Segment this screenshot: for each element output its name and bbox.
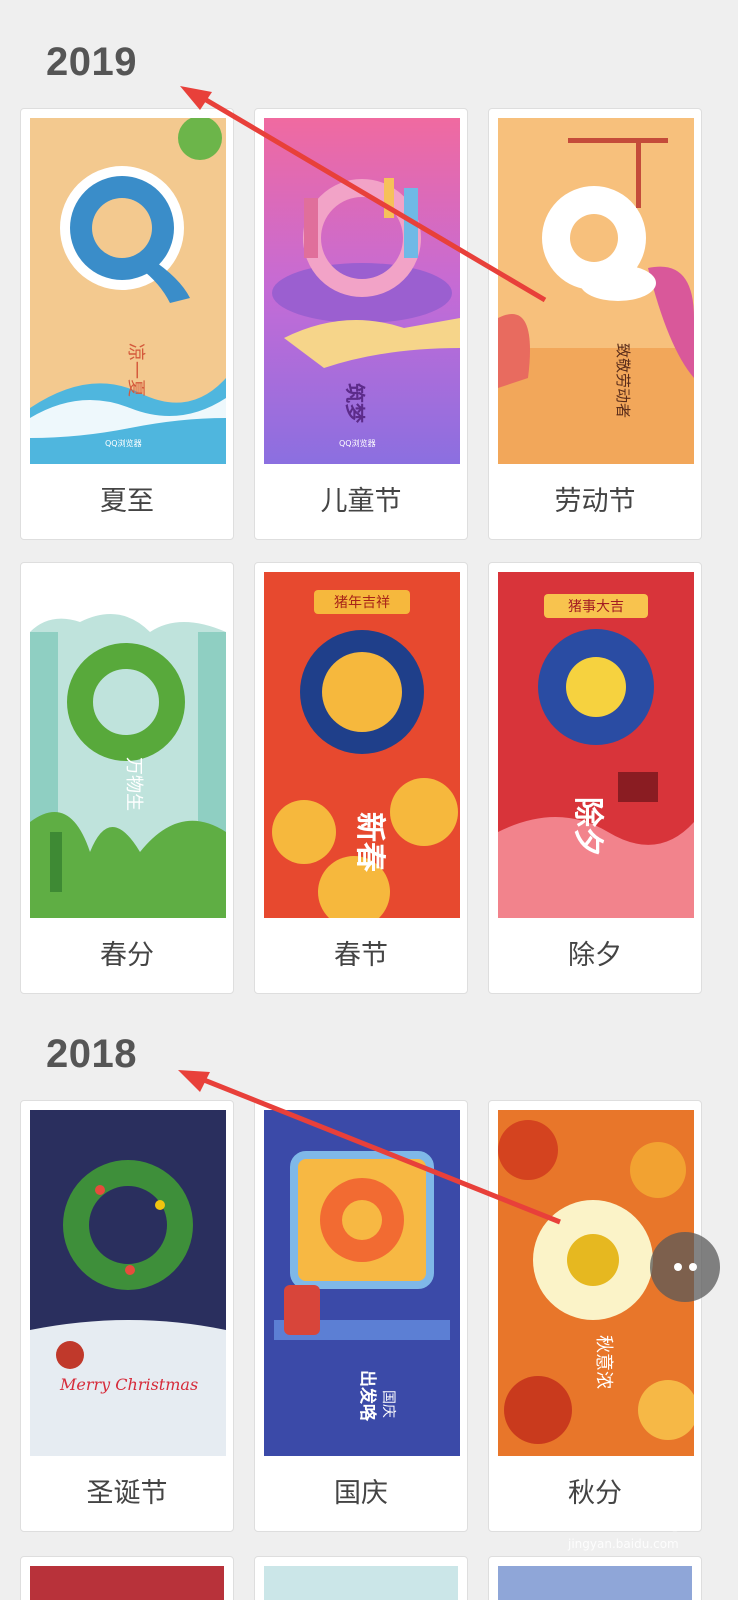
card-label: 儿童节 [320, 486, 402, 517]
theme-card-chunfen[interactable]: 万物生 春分 [20, 562, 234, 994]
wallpaper-gallery-page: 2019 凉一夏 QQ浏览器 夏至 筑梦 QQ浏览器 儿童节 致敬劳动者 劳动节… [0, 0, 738, 1600]
arrowhead-2018 [178, 1070, 210, 1092]
theme-card-partial[interactable] [20, 1556, 234, 1600]
theme-card-qiufen[interactable]: 秋意浓 秋分 [488, 1100, 702, 1532]
poster-chuxi-banner: 猪事大吉 [568, 599, 624, 615]
card-label: 除夕 [568, 940, 622, 971]
poster-shengdanjie: Merry Christmas [30, 1110, 226, 1456]
card-label: 夏至 [100, 486, 154, 517]
card-label: 劳动节 [554, 486, 636, 517]
floating-more-button[interactable] [650, 1232, 720, 1302]
year-heading-2018: 2018 [46, 1032, 137, 1076]
poster-xiazhi: 凉一夏 QQ浏览器 [30, 118, 226, 464]
poster-guoqing-side: 国庆 [380, 1390, 396, 1418]
poster-chunfen-title: 万物生 [123, 757, 144, 811]
year-heading-2019: 2019 [46, 40, 137, 84]
watermark-url: jingyan.baidu.com [568, 1537, 679, 1551]
grid-2019: 凉一夏 QQ浏览器 夏至 筑梦 QQ浏览器 儿童节 致敬劳动者 劳动节 万物生 … [20, 108, 702, 994]
poster-ertongjie-title: 筑梦 [343, 383, 367, 424]
poster-chuxi-title: 除夕 [570, 797, 605, 857]
poster-chunjie: 猪年吉祥 新春 [264, 572, 460, 918]
theme-card-guoqing[interactable]: 国庆 出发咯 国庆 [254, 1100, 468, 1532]
poster-guoqing-title: 出发咯 [357, 1370, 378, 1422]
poster-ertongjie: 筑梦 QQ浏览器 [264, 118, 460, 464]
theme-card-partial[interactable] [254, 1556, 468, 1600]
theme-card-shengdanjie[interactable]: Merry Christmas 圣诞节 [20, 1100, 234, 1532]
poster-chuxi-art: 猪事大吉 除夕 [498, 572, 694, 918]
poster-xiazhi-title: 凉一夏 [125, 343, 146, 397]
card-label: 春分 [100, 940, 154, 971]
svg-text:QQ浏览器: QQ浏览器 [339, 438, 376, 448]
card-label: 国庆 [334, 1478, 388, 1509]
poster-xiazhi-art: 凉一夏 QQ浏览器 [30, 118, 226, 464]
poster-chunfen: 万物生 [30, 572, 226, 918]
poster-qiufen-title: 秋意浓 [593, 1335, 614, 1389]
theme-card-laodongjie[interactable]: 致敬劳动者 劳动节 [488, 108, 702, 540]
dot-icon [673, 1263, 682, 1271]
poster-chunjie-banner: 猪年吉祥 [334, 595, 390, 611]
poster-chunjie-title: 新春 [352, 812, 387, 872]
arrowhead-2019 [180, 86, 212, 110]
poster-laodongjie-art: 致敬劳动者 [498, 118, 694, 464]
poster-ertongjie-art: 筑梦 QQ浏览器 [264, 118, 460, 464]
card-label: 春节 [334, 940, 388, 971]
poster-laodongjie: 致敬劳动者 [498, 118, 694, 464]
poster-guoqing-art: 国庆 出发咯 [264, 1110, 460, 1456]
poster-shengdanjie-art: Merry Christmas [30, 1110, 226, 1456]
watermark-title: Baidu经验 [560, 1506, 696, 1536]
theme-card-ertongjie[interactable]: 筑梦 QQ浏览器 儿童节 [254, 108, 468, 540]
dot-icon [688, 1263, 697, 1271]
card-label: 圣诞节 [86, 1478, 168, 1509]
poster-chuxi: 猪事大吉 除夕 [498, 572, 694, 918]
partial-next-row [20, 1556, 702, 1600]
poster-chunfen-art: 万物生 [30, 572, 226, 918]
baidu-watermark: Baidu经验 jingyan.baidu.com [560, 1500, 695, 1551]
poster-shengdanjie-title: Merry Christmas [59, 1375, 198, 1394]
poster-guoqing: 国庆 出发咯 [264, 1110, 460, 1456]
theme-card-chuxi[interactable]: 猪事大吉 除夕 除夕 [488, 562, 702, 994]
theme-card-chunjie[interactable]: 猪年吉祥 新春 春节 [254, 562, 468, 994]
theme-card-partial[interactable] [488, 1556, 702, 1600]
poster-laodongjie-title: 致敬劳动者 [614, 343, 632, 418]
theme-card-xiazhi[interactable]: 凉一夏 QQ浏览器 夏至 [20, 108, 234, 540]
poster-chunjie-art: 猪年吉祥 新春 [264, 572, 460, 918]
grid-2018: Merry Christmas 圣诞节 国庆 出发咯 国庆 秋意浓 秋分 [20, 1100, 702, 1532]
svg-text:QQ浏览器: QQ浏览器 [105, 438, 142, 448]
